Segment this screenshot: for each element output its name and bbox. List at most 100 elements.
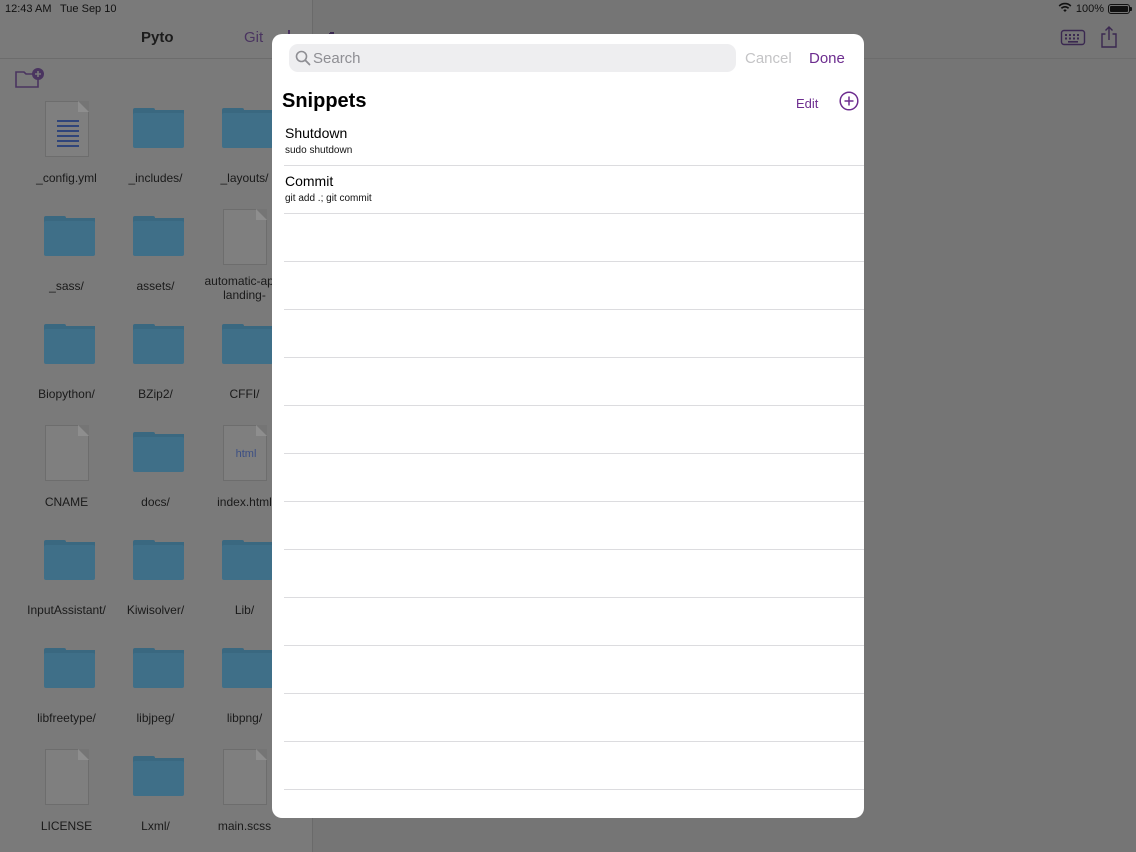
folder-body xyxy=(222,329,273,364)
snippet-command: git add .; git commit xyxy=(285,193,372,204)
folder-icon xyxy=(133,531,184,591)
status-right: 100% xyxy=(1058,2,1132,16)
document-icon xyxy=(44,423,90,483)
folder-body xyxy=(133,545,184,580)
sidebar-title: Pyto xyxy=(141,29,174,46)
git-button[interactable]: Git xyxy=(244,29,263,46)
status-bar: 12:43 AM Tue Sep 10 100% xyxy=(0,0,1136,18)
empty-row xyxy=(284,694,864,742)
folder-icon xyxy=(133,315,184,375)
folder-icon xyxy=(133,99,184,159)
document-icon xyxy=(222,747,268,807)
folder-body xyxy=(133,113,184,148)
new-folder-button[interactable] xyxy=(14,66,46,90)
battery-icon xyxy=(1108,4,1132,14)
folder-body xyxy=(222,113,273,148)
folder-icon xyxy=(44,315,95,375)
snippet-list: Shutdown sudo shutdown Commit git add .; gi… xyxy=(284,118,864,818)
document-page: html xyxy=(223,425,267,481)
file-item[interactable]: _config.yml xyxy=(22,95,111,203)
folder-icon xyxy=(222,531,273,591)
search-input[interactable] xyxy=(313,44,728,72)
folder-body xyxy=(222,653,273,688)
sidebar-nav-bar: Pyto Git xyxy=(0,18,313,59)
folder-icon xyxy=(44,531,95,591)
folder-item[interactable]: libjpeg/ xyxy=(111,635,200,743)
document-lines xyxy=(57,120,79,150)
empty-row xyxy=(284,358,864,406)
file-browser: Pyto Git _config.yml _includes/_layouts/_… xyxy=(0,0,313,852)
folder-body xyxy=(133,437,184,472)
file-item[interactable]: CNAME xyxy=(22,419,111,527)
folder-body xyxy=(133,329,184,364)
panel-title: Snippets xyxy=(282,90,367,112)
search-icon xyxy=(295,50,311,71)
folder-item[interactable]: libfreetype/ xyxy=(22,635,111,743)
folder-item[interactable]: BZip2/ xyxy=(111,311,200,419)
done-button[interactable]: Done xyxy=(809,50,845,67)
folder-item[interactable]: docs/ xyxy=(111,419,200,527)
snippet-command: sudo shutdown xyxy=(285,145,353,156)
battery-percent: 100% xyxy=(1075,3,1104,15)
empty-row xyxy=(284,454,864,502)
document-icon xyxy=(44,747,90,807)
empty-row xyxy=(284,550,864,598)
folder-item[interactable]: InputAssistant/ xyxy=(22,527,111,635)
add-snippet-icon[interactable] xyxy=(839,91,859,116)
share-icon[interactable] xyxy=(1100,25,1118,54)
folder-icon xyxy=(133,423,184,483)
cancel-button[interactable]: Cancel xyxy=(745,50,792,67)
folder-body xyxy=(44,221,95,256)
snippet-name: Shutdown xyxy=(285,125,348,141)
empty-row xyxy=(284,742,864,790)
folder-item[interactable]: Biopython/ xyxy=(22,311,111,419)
folder-icon xyxy=(222,99,273,159)
folder-item[interactable]: Lxml/ xyxy=(111,743,200,851)
empty-row xyxy=(284,790,864,818)
folder-item[interactable]: _sass/ xyxy=(22,203,111,311)
folder-item[interactable]: assets/ xyxy=(111,203,200,311)
file-item[interactable]: LICENSE xyxy=(22,743,111,851)
document-icon xyxy=(44,99,90,159)
document-page xyxy=(45,749,89,805)
empty-row xyxy=(284,502,864,550)
file-name: main.scss xyxy=(217,819,272,833)
folder-icon xyxy=(222,639,273,699)
folder-body xyxy=(133,221,184,256)
document-page xyxy=(45,425,89,481)
empty-row xyxy=(284,598,864,646)
empty-row xyxy=(284,310,864,358)
wifi-icon xyxy=(1058,2,1072,16)
folder-icon xyxy=(44,207,95,267)
folder-body xyxy=(133,761,184,796)
empty-row xyxy=(284,214,864,262)
document-icon xyxy=(222,207,268,267)
html-badge: html xyxy=(235,448,257,460)
folder-body xyxy=(44,329,95,364)
snippet-name: Commit xyxy=(285,173,334,189)
snippet-row[interactable]: Shutdown sudo shutdown xyxy=(284,118,864,166)
folder-body xyxy=(44,653,95,688)
folder-body xyxy=(222,545,273,580)
folder-item[interactable]: Kiwisolver/ xyxy=(111,527,200,635)
edit-button[interactable]: Edit xyxy=(796,96,818,111)
empty-row xyxy=(284,406,864,454)
snippet-row[interactable]: Commit git add .; git commit xyxy=(284,166,864,214)
folder-body xyxy=(133,653,184,688)
folder-icon xyxy=(133,747,184,807)
document-page xyxy=(223,749,267,805)
folder-icon xyxy=(222,315,273,375)
status-time: 12:43 AM xyxy=(5,3,52,15)
keyboard-icon[interactable] xyxy=(1060,27,1086,52)
empty-row xyxy=(284,646,864,694)
folder-item[interactable]: _includes/ xyxy=(111,95,200,203)
folder-icon xyxy=(133,639,184,699)
file-grid: _config.yml _includes/_layouts/_sass/asse… xyxy=(22,95,289,851)
document-icon: html xyxy=(222,423,268,483)
folder-icon xyxy=(133,207,184,267)
new-folder-icon xyxy=(15,68,44,88)
folder-body xyxy=(44,545,95,580)
status-date: Tue Sep 10 xyxy=(60,3,117,15)
search-field[interactable] xyxy=(289,44,736,72)
document-page xyxy=(223,209,267,265)
